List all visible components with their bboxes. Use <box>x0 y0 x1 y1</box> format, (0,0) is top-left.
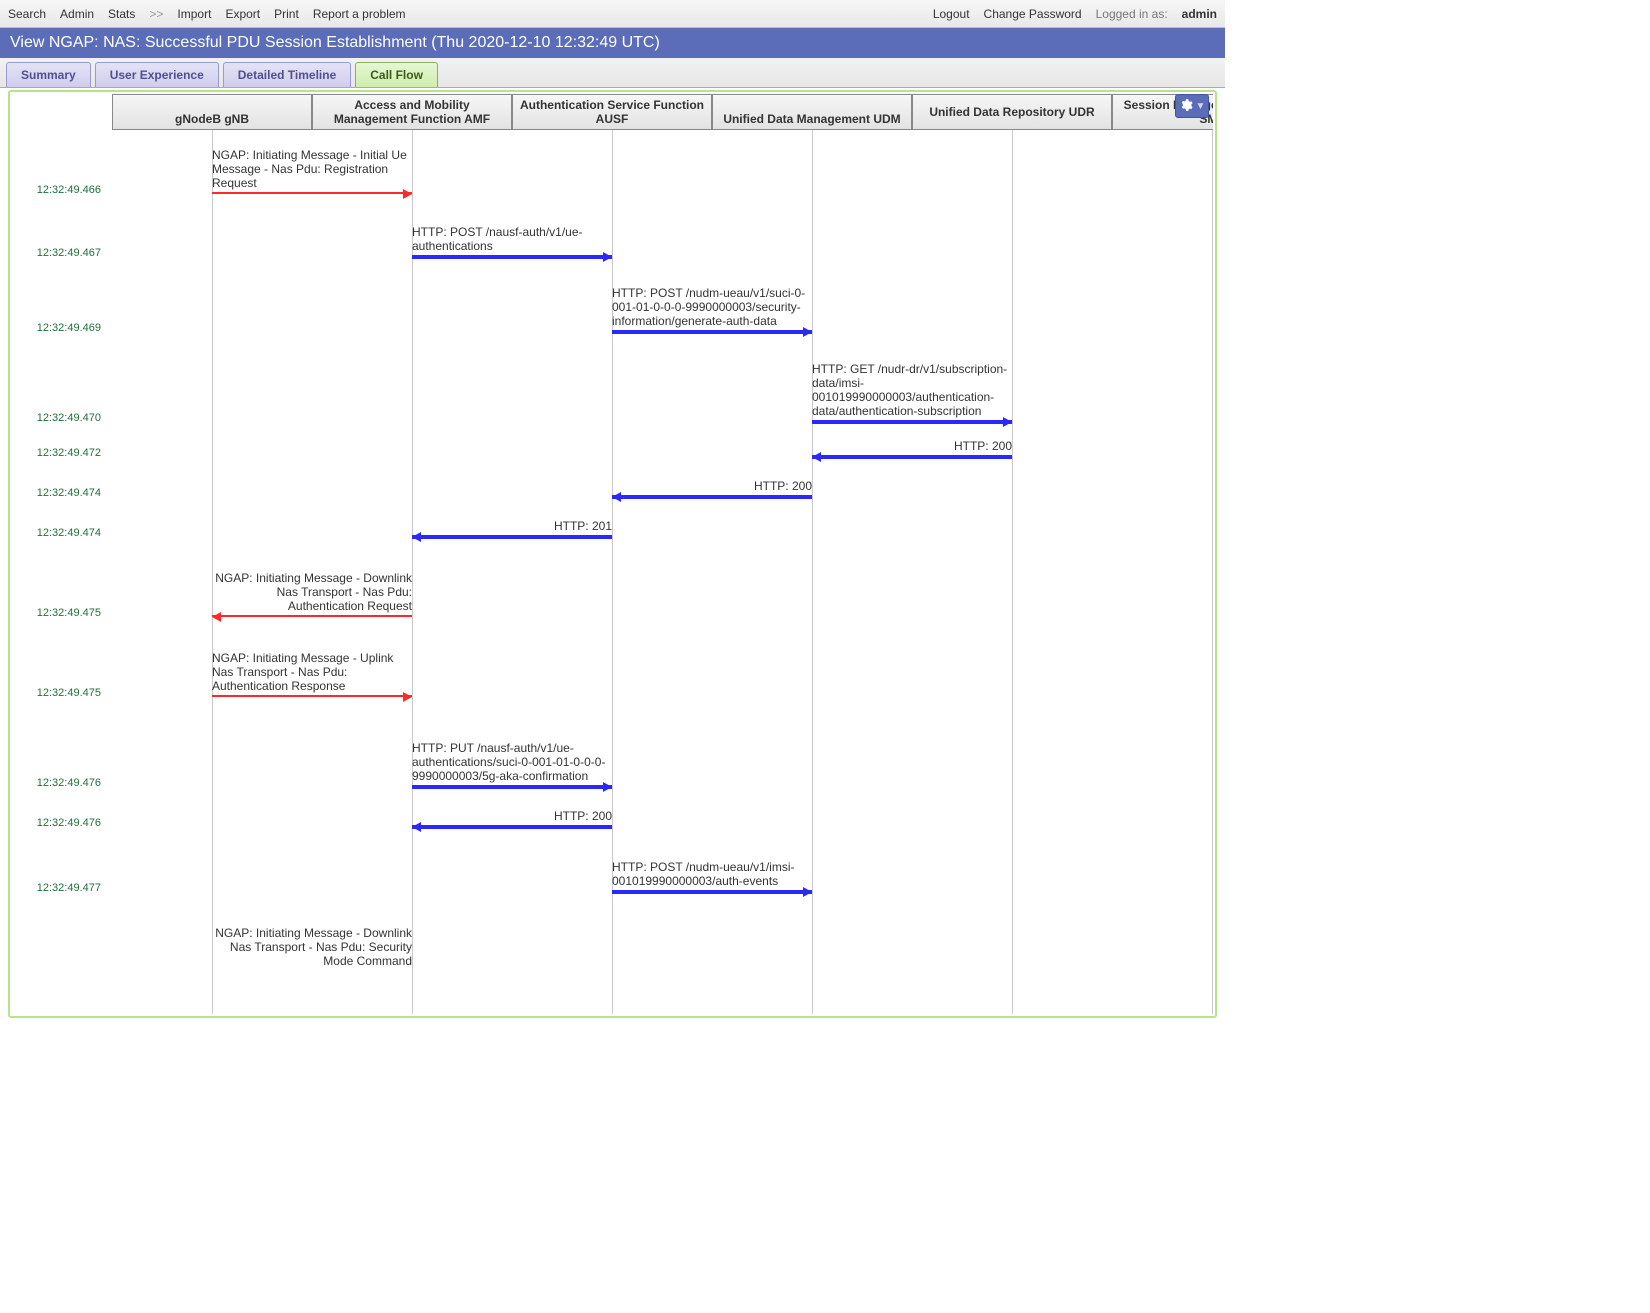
lane-header-udr[interactable]: Unified Data Repository UDR <box>912 94 1112 130</box>
menu-report[interactable]: Report a problem <box>313 7 406 21</box>
message-arrow[interactable] <box>412 255 612 259</box>
message-label[interactable]: HTTP: 200 <box>412 809 612 823</box>
menu-logout[interactable]: Logout <box>933 7 970 21</box>
login-user: admin <box>1182 7 1217 21</box>
arrow-head-icon <box>403 189 412 199</box>
horizontal-scrollbar[interactable] <box>8 1026 1217 1042</box>
message-label[interactable]: HTTP: POST /nudm-ueau/v1/imsi-0010199900… <box>612 860 812 888</box>
message-arrow[interactable] <box>212 615 412 617</box>
message-label[interactable]: NGAP: Initiating Message - Downlink Nas … <box>212 926 412 968</box>
settings-button[interactable]: ▼ <box>1175 94 1209 118</box>
message-label[interactable]: HTTP: POST /nudm-ueau/v1/suci-0-001-01-0… <box>612 286 812 328</box>
caret-down-icon: ▼ <box>1196 101 1206 112</box>
arrow-head-icon <box>412 532 421 542</box>
arrow-head-icon <box>412 822 421 832</box>
page-title: View NGAP: NAS: Successful PDU Session E… <box>10 34 660 52</box>
titlebar: View NGAP: NAS: Successful PDU Session E… <box>0 28 1225 58</box>
sequence-diagram: 12:32:49.466 NGAP: Initiating Message - I… <box>12 130 1213 1014</box>
menu-stats[interactable]: Stats <box>108 7 135 21</box>
message-arrow[interactable] <box>612 330 812 334</box>
timestamp: 12:32:49.475 <box>12 687 107 699</box>
menu-admin[interactable]: Admin <box>60 7 94 21</box>
timestamp: 12:32:49.474 <box>12 487 107 499</box>
tab-detailed-timeline[interactable]: Detailed Timeline <box>223 62 351 87</box>
menu-print[interactable]: Print <box>274 7 299 21</box>
arrow-head-icon <box>212 612 221 622</box>
menu-changepw[interactable]: Change Password <box>984 7 1082 21</box>
message-label[interactable]: NGAP: Initiating Message - Initial Ue Me… <box>212 148 412 190</box>
lifeline-udm <box>812 130 813 1014</box>
lifeline-smf <box>1212 130 1213 1014</box>
tab-summary[interactable]: Summary <box>6 62 91 87</box>
arrow-head-icon <box>803 327 812 337</box>
lifeline-amf <box>412 130 413 1014</box>
timestamp: 12:32:49.476 <box>12 777 107 789</box>
diagram-scroll[interactable]: gNodeB gNBAccess and Mobility Management… <box>12 94 1213 1014</box>
message-arrow[interactable] <box>812 420 1012 424</box>
message-label[interactable]: NGAP: Initiating Message - Uplink Nas Tr… <box>212 651 412 693</box>
lane-header-amf[interactable]: Access and Mobility Management Function … <box>312 94 512 130</box>
timestamp: 12:32:49.477 <box>12 882 107 894</box>
timestamp: 12:32:49.470 <box>12 412 107 424</box>
timestamp: 12:32:49.474 <box>12 527 107 539</box>
message-label[interactable]: HTTP: GET /nudr-dr/v1/subscription-data/… <box>812 362 1012 418</box>
timestamp: 12:32:49.472 <box>12 447 107 459</box>
arrow-head-icon <box>603 782 612 792</box>
tabs: Summary User Experience Detailed Timelin… <box>0 58 1225 88</box>
login-label: Logged in as: <box>1096 7 1168 21</box>
arrow-head-icon <box>812 452 821 462</box>
message-label[interactable]: NGAP: Initiating Message - Downlink Nas … <box>212 571 412 613</box>
menu-more[interactable]: >> <box>149 7 163 21</box>
message-arrow[interactable] <box>812 455 1012 459</box>
message-label[interactable]: HTTP: 200 <box>812 439 1012 453</box>
timestamp: 12:32:49.467 <box>12 247 107 259</box>
message-label[interactable]: HTTP: POST /nausf-auth/v1/ue-authenticat… <box>412 225 612 253</box>
call-flow-panel: ▼ gNodeB gNBAccess and Mobility Manageme… <box>8 90 1217 1018</box>
message-arrow[interactable] <box>612 890 812 894</box>
menu-search[interactable]: Search <box>8 7 46 21</box>
message-label[interactable]: HTTP: PUT /nausf-auth/v1/ue-authenticati… <box>412 741 612 783</box>
arrow-head-icon <box>1003 417 1012 427</box>
timestamp: 12:32:49.476 <box>12 817 107 829</box>
arrow-head-icon <box>603 252 612 262</box>
menu-export[interactable]: Export <box>225 7 260 21</box>
timestamp: 12:32:49.475 <box>12 607 107 619</box>
gear-icon <box>1179 98 1193 115</box>
timestamp: 12:32:49.466 <box>12 184 107 196</box>
arrow-head-icon <box>612 492 621 502</box>
message-arrow[interactable] <box>412 535 612 539</box>
message-label[interactable]: HTTP: 200 <box>612 479 812 493</box>
lane-header-gnb[interactable]: gNodeB gNB <box>112 94 312 130</box>
lifeline-udr <box>1012 130 1013 1014</box>
message-arrow[interactable] <box>212 695 412 697</box>
timestamp: 12:32:49.469 <box>12 322 107 334</box>
lane-header-udm[interactable]: Unified Data Management UDM <box>712 94 912 130</box>
arrow-head-icon <box>403 692 412 702</box>
message-label[interactable]: HTTP: 201 <box>412 519 612 533</box>
arrow-head-icon <box>803 887 812 897</box>
tab-call-flow[interactable]: Call Flow <box>355 62 438 87</box>
message-arrow[interactable] <box>212 192 412 194</box>
lane-header-ausf[interactable]: Authentication Service Function AUSF <box>512 94 712 130</box>
message-arrow[interactable] <box>412 785 612 789</box>
lanes-header: gNodeB gNBAccess and Mobility Management… <box>12 94 1213 130</box>
tab-user-experience[interactable]: User Experience <box>95 62 219 87</box>
message-arrow[interactable] <box>612 495 812 499</box>
menubar: Search Admin Stats >> Import Export Prin… <box>0 0 1225 28</box>
menu-import[interactable]: Import <box>177 7 211 21</box>
message-arrow[interactable] <box>412 825 612 829</box>
